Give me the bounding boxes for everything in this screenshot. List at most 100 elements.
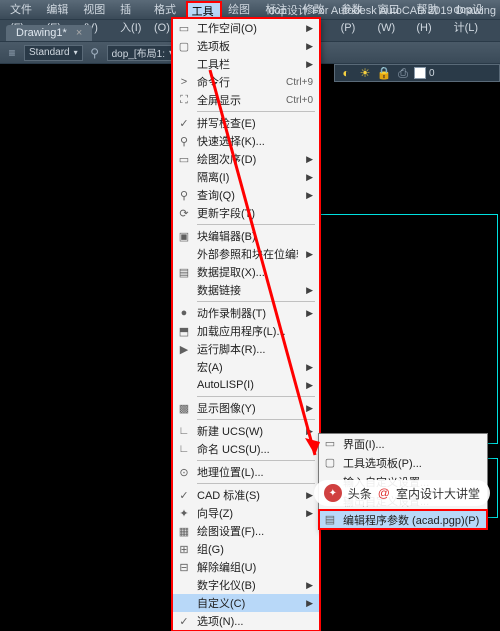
submenu-arrow-icon: ▶ (306, 249, 313, 260)
menu-item-label: 组(G) (197, 541, 313, 557)
menu-item[interactable]: ▦绘图设置(F)... (173, 522, 319, 540)
menu-item[interactable]: ∟命名 UCS(U)... (173, 440, 319, 458)
menu-item-icon: ⛶ (175, 92, 193, 108)
menu-item-label: 拼写检查(E) (197, 115, 313, 131)
document-tab[interactable]: Drawing1* × (6, 25, 92, 41)
submenu-item[interactable]: ▭界面(I)... (319, 434, 487, 453)
menu-item-label: 工具栏 (197, 56, 298, 72)
submenu-arrow-icon: ▶ (306, 190, 313, 201)
menu-item-label: 数据提取(X)... (197, 264, 313, 280)
menu-item[interactable]: ⊟解除编组(U) (173, 558, 319, 576)
menu-item-label: 快速选择(K)... (197, 133, 313, 149)
menu-item-icon: ▭ (175, 151, 193, 167)
menu-item[interactable]: 自定义(C)▶ (173, 594, 319, 612)
menu-item[interactable]: ✓CAD 标准(S) ▶ (173, 486, 319, 504)
menu-item[interactable]: ⬒加载应用程序(L)... (173, 322, 319, 340)
plot-icon[interactable]: ⎙ (395, 65, 411, 81)
menu-item-label: 全屏显示 (197, 92, 282, 108)
menu-draw[interactable]: 绘图(D) (222, 1, 259, 19)
text-style-dropdown[interactable]: Standard▾ (24, 45, 83, 61)
layers-icon[interactable]: ≡ (4, 45, 20, 61)
submenu-item[interactable]: ▢工具选项板(P)... (319, 453, 487, 472)
drawing-object (318, 214, 498, 444)
menu-item[interactable]: ●动作录制器(T)▶ (173, 304, 319, 322)
menu-item[interactable]: 工具栏▶ (173, 55, 319, 73)
menu-item-icon: ⊙ (175, 464, 193, 480)
menu-item-icon (175, 577, 193, 593)
menu-item[interactable]: ▣块编辑器(B) (173, 227, 319, 245)
menu-item-icon: ∟ (175, 441, 193, 457)
menu-item[interactable]: ⚲快速选择(K)... (173, 132, 319, 150)
menu-item[interactable]: ✦向导(Z)▶ (173, 504, 319, 522)
menu-view[interactable]: 视图(V) (77, 1, 114, 19)
sun-icon[interactable]: ☀ (357, 65, 373, 81)
menu-item-icon: ▶ (175, 341, 193, 357)
menu-item-icon: ✓ (175, 487, 193, 503)
menu-item-label: 显示图像(Y) (197, 400, 298, 416)
menu-item-label: AutoLISP(I) (197, 379, 298, 391)
menu-item[interactable]: ▢选项板▶ (173, 37, 319, 55)
menu-item[interactable]: 外部参照和块在位编辑▶ (173, 245, 319, 263)
menu-item-label: 绘图设置(F)... (197, 523, 313, 539)
menu-item-shortcut: Ctrl+9 (286, 77, 313, 88)
menu-item-label: 命令行 (197, 74, 282, 90)
menu-item[interactable]: 数据链接▶ (173, 281, 319, 299)
submenu-arrow-icon: ▶ (306, 580, 313, 591)
menu-item-icon (175, 377, 193, 393)
menu-item[interactable]: 数字化仪(B)▶ (173, 576, 319, 594)
menu-item-icon: ⚲ (175, 133, 193, 149)
submenu-item[interactable]: ▤编辑程序参数 (acad.pgp)(P) (319, 510, 487, 529)
submenu-arrow-icon: ▶ (306, 508, 313, 519)
close-icon[interactable]: × (76, 27, 82, 39)
menu-item[interactable]: ⟳更新字段(T) (173, 204, 319, 222)
menu-item[interactable]: ▤数据提取(X)... (173, 263, 319, 281)
menu-item-label: 宏(A) (197, 359, 298, 375)
menu-item-label: 选项(N)... (197, 613, 313, 629)
menu-item-label: CAD 标准(S) (197, 487, 298, 503)
menu-item-icon: ⊞ (175, 541, 193, 557)
menu-item[interactable]: >命令行Ctrl+9 (173, 73, 319, 91)
lock-icon[interactable]: 🔒 (376, 65, 392, 81)
menu-item-label: 自定义(C) (197, 595, 298, 611)
tools-dropdown-menu: ▭工作空间(O)▶▢选项板▶工具栏▶>命令行Ctrl+9⛶全屏显示Ctrl+0✓… (172, 18, 320, 631)
submenu-item-label: 界面(I)... (343, 436, 481, 452)
menu-item[interactable]: ∟新建 UCS(W)▶ (173, 422, 319, 440)
avatar-icon: ✦ (324, 484, 342, 502)
color-swatch[interactable] (414, 67, 426, 79)
submenu-arrow-icon: ▶ (306, 380, 313, 391)
menu-item[interactable]: ▩显示图像(Y)▶ (173, 399, 319, 417)
menu-item[interactable]: ✓拼写检查(E) (173, 114, 319, 132)
menu-item[interactable]: ▭绘图次序(D)▶ (173, 150, 319, 168)
menu-item[interactable]: ⊙地理位置(L)... (173, 463, 319, 481)
menu-item[interactable]: ✓选项(N)... (173, 612, 319, 630)
menu-item-label: 地理位置(L)... (197, 464, 313, 480)
menu-item-label: 数据链接 (197, 282, 298, 298)
menu-item-icon: ▭ (175, 20, 193, 36)
menu-item-icon (175, 246, 193, 262)
menu-item[interactable]: AutoLISP(I) ▶ (173, 376, 319, 394)
properties-panel[interactable]: ◐ ☀ 🔒 ⎙ 0 (334, 64, 500, 82)
menu-item-label: 块编辑器(B) (197, 228, 313, 244)
menu-file[interactable]: 文件(F) (4, 1, 40, 19)
menu-item[interactable]: 隔离(I)▶ (173, 168, 319, 186)
menu-item[interactable]: ▶运行脚本(R)... (173, 340, 319, 358)
menu-item-icon: ⊟ (175, 559, 193, 575)
bulb-icon[interactable]: ◐ (338, 65, 354, 81)
menu-item[interactable]: ⚲查询(Q)▶ (173, 186, 319, 204)
menu-insert[interactable]: 插入(I) (114, 1, 148, 19)
menu-format[interactable]: 格式(O) (148, 1, 186, 19)
menu-item-icon (175, 169, 193, 185)
menu-tools[interactable]: 工具(T) (186, 1, 222, 19)
menu-edit[interactable]: 编辑(E) (40, 1, 77, 19)
menu-item-label: 动作录制器(T) (197, 305, 298, 321)
menu-item[interactable]: 宏(A)▶ (173, 358, 319, 376)
menu-item-label: 选项板 (197, 38, 298, 54)
menu-item-icon: ∟ (175, 423, 193, 439)
menu-item[interactable]: ▭工作空间(O)▶ (173, 19, 319, 37)
submenu-arrow-icon: ▶ (306, 490, 313, 501)
menu-item[interactable]: ⊞组(G) (173, 540, 319, 558)
magnify-icon[interactable]: ⚲ (87, 45, 103, 61)
menu-item-icon: ✓ (175, 115, 193, 131)
dim-style-dropdown[interactable]: dop_[布局1:▾ (107, 45, 178, 61)
menu-item[interactable]: ⛶全屏显示Ctrl+0 (173, 91, 319, 109)
